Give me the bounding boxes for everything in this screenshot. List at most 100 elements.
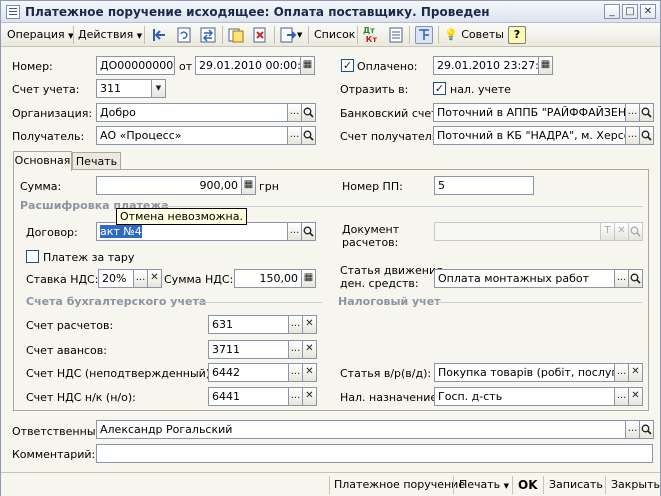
organization-field[interactable]: Добро — [96, 103, 288, 122]
type-button[interactable]: T — [600, 222, 615, 241]
transfer-icon[interactable] — [199, 26, 217, 44]
vat-nk-field[interactable]: 6441 — [208, 387, 289, 406]
select-button[interactable]: ... — [288, 363, 303, 382]
number-field[interactable]: ДО000000005 — [96, 56, 175, 75]
chevron-down-icon[interactable]: ▼ — [297, 26, 302, 44]
calendar-icon[interactable]: ▦ — [300, 56, 315, 75]
select-button[interactable]: ... — [287, 126, 302, 145]
responsible-label: Ответственный: — [12, 425, 107, 438]
vat-sum-field[interactable]: 150,00 — [234, 269, 302, 288]
vat-sum-label: Сумма НДС: — [164, 273, 234, 286]
sum-field[interactable]: 900,00 — [96, 176, 242, 195]
clear-icon[interactable]: ✕ — [302, 363, 317, 382]
search-icon[interactable] — [639, 126, 654, 145]
tax-purpose-field[interactable]: Госп. д-сть — [434, 387, 615, 406]
list-button[interactable]: Список — [314, 26, 355, 44]
article-field[interactable]: Покупка товарів (робіт, послуг) — [434, 363, 615, 382]
bank-account-field[interactable]: Поточний в АППБ "РАЙФФАЙЗЕН Б — [433, 103, 626, 122]
clear-icon[interactable]: ✕ — [302, 315, 317, 334]
payment-order-button[interactable]: Платежное поручение — [334, 477, 465, 493]
select-button[interactable]: ... — [287, 222, 302, 241]
responsible-field[interactable]: Александр Рогальский — [96, 420, 626, 439]
ok-button[interactable]: OK — [518, 477, 538, 493]
clear-icon[interactable]: ✕ — [628, 387, 643, 406]
clear-icon[interactable]: ✕ — [302, 340, 317, 359]
save-button[interactable]: Записать — [549, 477, 603, 493]
select-button[interactable]: ... — [614, 363, 629, 382]
cashflow-field[interactable]: Оплата монтажных работ — [434, 269, 615, 288]
settlement-account-field[interactable]: 631 — [208, 315, 289, 334]
back-icon[interactable] — [150, 26, 168, 44]
date-field[interactable]: 29.01.2010 00:00:00 — [195, 56, 301, 75]
vat-rate-label: Ставка НДС: — [26, 273, 99, 286]
clear-icon[interactable]: ✕ — [628, 363, 643, 382]
advance-account-field[interactable]: 3711 — [208, 340, 289, 359]
clear-icon[interactable]: ✕ — [147, 269, 162, 288]
tax-accounting-checkbox[interactable]: ✓ — [433, 82, 446, 95]
pp-number-field[interactable]: 5 — [434, 176, 534, 195]
contract-value: акт №4 — [100, 225, 142, 238]
clear-icon[interactable]: ✕ — [302, 387, 317, 406]
toolbar-separator — [438, 26, 439, 44]
select-button[interactable]: ... — [288, 340, 303, 359]
tab-main[interactable]: Основная — [13, 151, 72, 171]
search-icon[interactable] — [301, 126, 316, 145]
account-select[interactable]: 311 — [96, 79, 152, 98]
search-icon[interactable] — [301, 103, 316, 122]
search-icon[interactable] — [639, 103, 654, 122]
delete-mark-icon[interactable] — [251, 26, 269, 44]
search-icon[interactable] — [628, 222, 643, 241]
close-button[interactable]: Закрыть — [611, 477, 660, 493]
paid-date-field[interactable]: 29.01.2010 23:27:29 — [433, 56, 539, 75]
select-button[interactable]: ... — [287, 103, 302, 122]
maximize-button[interactable]: □ — [622, 4, 638, 19]
clear-icon[interactable]: ✕ — [614, 222, 629, 241]
paid-checkbox[interactable]: ✓ — [341, 59, 354, 72]
actions-label: Действия — [78, 28, 134, 41]
post-document-icon[interactable] — [279, 26, 297, 44]
vat-unconfirmed-field[interactable]: 6442 — [208, 363, 289, 382]
sum-label: Сумма: — [20, 180, 62, 193]
calculator-icon[interactable]: ▦ — [301, 269, 316, 288]
calendar-icon[interactable]: ▦ — [538, 56, 553, 75]
settlement-doc-field[interactable] — [434, 222, 601, 241]
select-button[interactable]: ... — [133, 269, 148, 288]
minimize-button[interactable]: _ — [604, 4, 620, 19]
reflect-label: Отразить в: — [340, 83, 409, 96]
select-button[interactable]: ... — [288, 315, 303, 334]
paid-label: Оплачено: — [357, 60, 418, 73]
select-button[interactable]: ... — [625, 103, 640, 122]
recipient-account-label: Счет получателя: — [340, 130, 443, 143]
search-icon[interactable] — [301, 222, 316, 241]
search-icon[interactable] — [628, 269, 643, 288]
refresh-icon[interactable] — [175, 26, 193, 44]
tare-payment-checkbox[interactable] — [26, 250, 39, 263]
structure-icon[interactable] — [415, 26, 433, 44]
copy-document-icon[interactable] — [227, 26, 245, 44]
button-separator — [329, 476, 330, 494]
tax-purpose-label: Нал. назначение: — [340, 391, 441, 404]
search-icon[interactable] — [639, 420, 654, 439]
actions-menu[interactable]: Действия ▼ — [78, 26, 142, 44]
tips-button[interactable]: 💡 Советы — [444, 26, 504, 44]
comment-field[interactable] — [96, 444, 653, 463]
document-icon — [6, 5, 20, 19]
report-icon[interactable] — [387, 26, 405, 44]
select-button[interactable]: ... — [614, 387, 629, 406]
recipient-field[interactable]: АО «Процесс» — [96, 126, 288, 145]
select-button[interactable]: ... — [625, 126, 640, 145]
toolbar-separator — [357, 26, 358, 44]
calculator-icon[interactable]: ▦ — [241, 176, 256, 195]
recipient-account-field[interactable]: Поточний в КБ "НАДРА", м. Херсон — [433, 126, 626, 145]
select-button[interactable]: ... — [614, 269, 629, 288]
close-window-button[interactable]: ✕ — [640, 4, 656, 19]
help-button[interactable]: ? — [508, 26, 526, 44]
select-button[interactable]: ... — [625, 420, 640, 439]
vat-rate-field[interactable]: 20% — [98, 269, 134, 288]
print-menu-button[interactable]: Печать ▼ — [459, 477, 509, 493]
chevron-down-icon[interactable]: ▼ — [151, 79, 166, 98]
select-button[interactable]: ... — [288, 387, 303, 406]
cashflow-label-1: Статья движения — [340, 264, 443, 277]
operation-menu[interactable]: Операция ▼ — [7, 26, 74, 44]
dt-kt-icon[interactable]: Дт Кт — [363, 26, 381, 44]
